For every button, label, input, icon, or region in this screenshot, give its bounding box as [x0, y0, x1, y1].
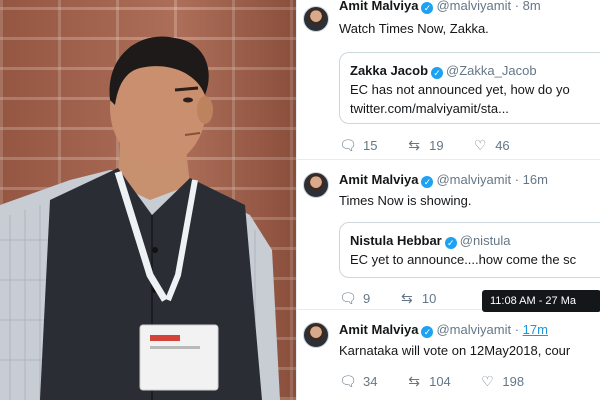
quote-text: EC has not announced yet, how do yo	[350, 82, 570, 97]
quote-link[interactable]: twitter.com/malviyamit/sta...	[350, 99, 600, 118]
like-button[interactable]: ♡ 46	[471, 137, 510, 154]
verified-badge-icon: ✓	[421, 326, 434, 338]
tweet-text: Karnataka will vote on 12May2018, cour	[339, 343, 571, 358]
verified-badge-icon: ✓	[421, 176, 434, 188]
verified-badge-icon: ✓	[444, 237, 457, 249]
author-name[interactable]: Amit Malviya	[339, 0, 418, 13]
timestamp-tooltip: 11:08 AM - 27 Ma	[482, 290, 600, 312]
tweet-time[interactable]: · 8m	[515, 0, 541, 13]
tweet-text: Watch Times Now, Zakka.	[339, 21, 489, 36]
reply-button[interactable]: 🗨 15	[339, 137, 377, 154]
tweet-actions: 🗨 34 ⇆ 104 ♡ 198	[339, 373, 548, 390]
author-handle[interactable]: @malviyamit	[436, 322, 511, 337]
quote-author-handle: @Zakka_Jacob	[446, 63, 537, 78]
author-handle[interactable]: @malviyamit	[436, 172, 511, 187]
tweet-actions: 🗨 15 ⇆ 19 ♡ 46	[339, 137, 534, 154]
photo-panel	[0, 0, 296, 400]
reply-button[interactable]: 🗨 34	[339, 373, 377, 390]
quoted-tweet[interactable]: Zakka Jacob ✓ @Zakka_Jacob EC has not anno…	[339, 52, 600, 124]
avatar[interactable]	[303, 172, 329, 198]
tweet-2[interactable]: Amit Malviya ✓ @malviyamit · 16m Times Now…	[297, 160, 600, 310]
tweet-1[interactable]: Amit Malviya ✓ @malviyamit · 8m Watch Time…	[297, 0, 600, 160]
avatar[interactable]	[303, 6, 329, 32]
quoted-tweet[interactable]: Nistula Hebbar ✓ @nistula EC yet to announ…	[339, 222, 600, 278]
author-handle[interactable]: @malviyamit	[436, 0, 511, 13]
tweet-actions: 🗨 9 ⇆ 10	[339, 290, 460, 307]
avatar[interactable]	[303, 322, 329, 348]
man-photo-illustration	[0, 36, 280, 400]
quote-text: EC yet to announce....how come the sc	[350, 252, 577, 267]
tweet-time[interactable]: 17m	[523, 322, 548, 337]
tweet-time[interactable]: · 16m	[515, 172, 548, 187]
like-button[interactable]: ♡ 198	[478, 373, 524, 390]
tweet-timeline: Amit Malviya ✓ @malviyamit · 8m Watch Time…	[296, 0, 600, 400]
retweet-icon: ⇆	[408, 137, 420, 153]
author-name[interactable]: Amit Malviya	[339, 172, 418, 187]
tweet-text: Times Now is showing.	[339, 193, 472, 208]
heart-icon: ♡	[473, 137, 487, 153]
verified-badge-icon: ✓	[431, 67, 444, 79]
quote-author-handle: @nistula	[459, 233, 511, 248]
verified-badge-icon: ✓	[421, 2, 434, 14]
retweet-icon: ⇆	[408, 373, 420, 389]
quote-author-name: Nistula Hebbar	[350, 233, 442, 248]
retweet-button[interactable]: ⇆ 19	[405, 137, 443, 154]
reply-icon: 🗨	[339, 290, 357, 306]
retweet-button[interactable]: ⇆ 10	[398, 290, 436, 307]
retweet-icon: ⇆	[400, 290, 413, 306]
heart-icon: ♡	[481, 373, 494, 389]
reply-icon: 🗨	[339, 137, 357, 153]
reply-button[interactable]: 🗨 9	[339, 290, 370, 307]
author-name[interactable]: Amit Malviya	[339, 322, 418, 337]
reply-icon: 🗨	[339, 373, 357, 389]
quote-author-name: Zakka Jacob	[350, 63, 429, 78]
tweet-3[interactable]: Amit Malviya ✓ @malviyamit · 17m Karnataka…	[297, 310, 600, 400]
retweet-button[interactable]: ⇆ 104	[405, 373, 451, 390]
